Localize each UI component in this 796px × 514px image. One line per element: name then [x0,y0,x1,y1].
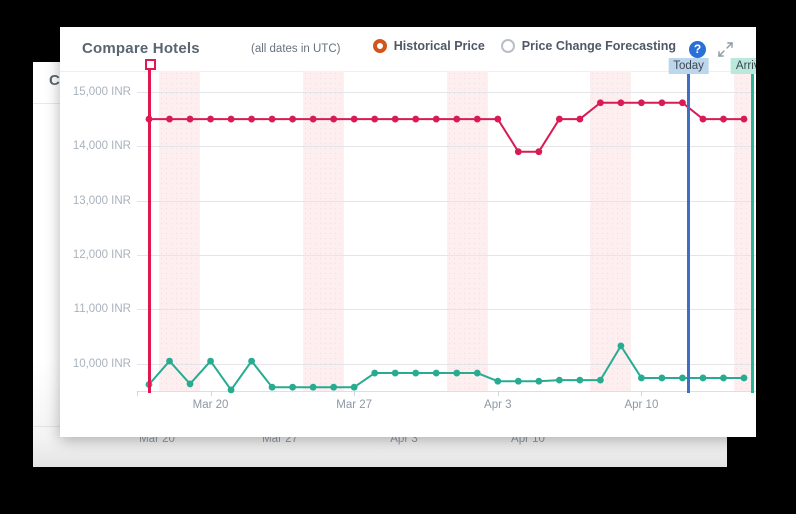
data-point[interactable] [740,374,748,382]
data-point[interactable] [207,357,214,365]
marker-label-arrival: Arrival [730,58,756,74]
radio-unselected-icon[interactable] [500,39,515,53]
data-point[interactable] [473,369,481,377]
card-subtitle: (all dates in UTC) [251,43,341,55]
data-point[interactable] [268,383,276,391]
vertical-marker-today[interactable] [687,69,691,393]
data-point[interactable] [227,115,235,123]
data-point[interactable] [432,115,440,123]
data-point[interactable] [371,115,379,123]
data-point[interactable] [186,115,194,123]
data-point[interactable] [679,99,686,107]
data-point[interactable] [638,99,645,107]
x-axis-tick [354,391,356,396]
data-point[interactable] [186,380,194,388]
x-axis-label: Mar 20 [192,399,229,411]
data-point[interactable] [309,383,317,391]
data-point[interactable] [473,115,481,123]
data-point[interactable] [268,115,276,123]
vertical-marker-arrival[interactable] [750,69,754,393]
y-axis-label: 15,000 INR [72,85,131,98]
data-point[interactable] [555,376,563,384]
data-point[interactable] [391,115,399,123]
data-point[interactable] [617,342,625,350]
data-point[interactable] [350,383,358,391]
data-point[interactable] [494,115,502,123]
y-axis-label: 14,000 INR [72,140,131,153]
data-point[interactable] [453,115,461,123]
y-axis-label: 11,000 INR [73,303,131,316]
data-point[interactable] [412,115,420,123]
range-start-handle[interactable] [145,59,156,70]
data-point[interactable] [227,386,235,394]
vertical-marker-range-start[interactable] [147,69,151,393]
data-point[interactable] [391,369,399,377]
background-card-title: C [49,72,61,89]
data-point[interactable] [576,115,584,123]
x-axis-tick [210,391,212,396]
x-axis-label: Apr 3 [484,399,512,411]
plot-area[interactable]: 10,000 INR 11,000 INR 12,000 INR 13,000 INR… [73,58,756,411]
data-point[interactable] [494,377,502,385]
data-point[interactable] [350,115,358,123]
data-point[interactable] [658,99,666,107]
data-point[interactable] [555,115,563,123]
data-point[interactable] [514,377,522,385]
data-point[interactable] [596,376,604,384]
data-point[interactable] [248,357,255,365]
data-point[interactable] [453,369,461,377]
x-axis-tick [497,391,499,396]
data-point[interactable] [330,115,338,123]
data-point[interactable] [699,374,707,382]
data-point[interactable] [514,148,522,156]
question-mark-icon[interactable]: ? [689,41,706,58]
data-point[interactable] [289,383,297,391]
series-line [149,101,744,153]
y-axis-label: 12,000 INR [72,249,131,262]
data-point[interactable] [679,374,686,382]
x-axis-label: Mar 27 [336,399,373,411]
y-axis-label: 13,000 INR [72,194,131,207]
data-point[interactable] [432,369,440,377]
price-mode-radio-group[interactable]: Historical Price Price Change Forecastin… [372,39,676,53]
data-point[interactable] [371,369,379,377]
data-point[interactable] [576,376,584,384]
x-axis-label: Apr 10 [624,399,659,411]
expand-arrows-icon[interactable] [717,41,734,58]
series-line [148,344,744,391]
data-point[interactable] [289,115,297,123]
radio-price-change-forecasting-label: Price Change Forecasting [521,39,676,53]
data-point[interactable] [720,374,727,382]
compare-hotels-card[interactable]: Compare Hotels (all dates in UTC) Histor… [60,27,756,437]
radio-price-change-forecasting[interactable]: Price Change Forecasting [500,39,676,53]
page-title: Compare Hotels [82,40,200,57]
data-point[interactable] [535,377,543,385]
x-axis-tick [137,391,138,396]
x-axis-tick [641,391,643,396]
data-point[interactable] [166,357,173,365]
data-point[interactable] [166,115,173,123]
radio-historical-price[interactable]: Historical Price [372,39,485,53]
marker-label-today: Today [668,58,709,74]
data-point[interactable] [740,115,748,123]
data-point[interactable] [330,383,338,391]
data-point[interactable] [638,374,645,382]
data-point[interactable] [658,374,666,382]
data-point[interactable] [596,99,604,107]
data-point[interactable] [248,115,255,123]
y-axis-label: 10,000 INR [72,357,131,370]
radio-selected-icon[interactable] [372,39,387,53]
data-point[interactable] [699,115,707,123]
data-point[interactable] [207,115,214,123]
data-point[interactable] [309,115,317,123]
card-header: Compare Hotels (all dates in UTC) Histor… [60,27,756,72]
data-point[interactable] [617,99,625,107]
data-point[interactable] [412,369,420,377]
data-point[interactable] [535,148,543,156]
series-layer [145,99,748,394]
data-point[interactable] [720,115,727,123]
price-chart[interactable]: 10,000 INR 11,000 INR 12,000 INR 13,000 INR… [60,58,756,437]
radio-historical-price-label: Historical Price [393,39,485,53]
